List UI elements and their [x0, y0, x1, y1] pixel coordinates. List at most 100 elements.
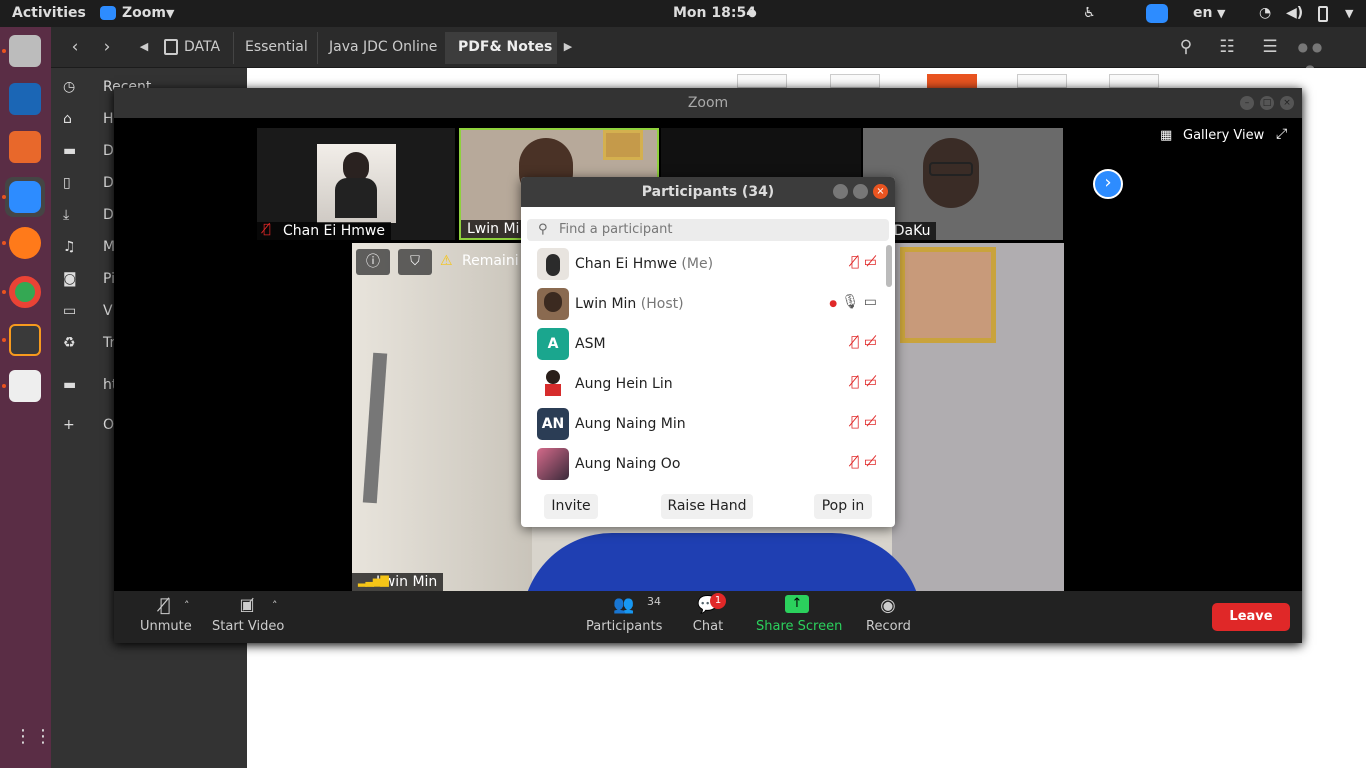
- file-thumbnail[interactable]: [1109, 74, 1159, 88]
- info-icon[interactable]: ⓘ: [356, 249, 390, 275]
- muted-icons[interactable]: 🎙̸ ▭̸: [851, 374, 877, 394]
- muted-mic-icon: 🎙̸: [263, 222, 271, 237]
- chrome-icon[interactable]: [9, 276, 41, 308]
- invite-button[interactable]: Invite: [544, 494, 598, 519]
- writer-icon[interactable]: [9, 83, 41, 115]
- remaining-time-banner: Remaini: [462, 253, 519, 269]
- record-button[interactable]: ◉ Record: [866, 595, 911, 634]
- activities-button[interactable]: Activities: [12, 5, 86, 21]
- active-icons[interactable]: ● 🎙 ▭: [829, 294, 877, 314]
- close-icon[interactable]: ×: [873, 184, 888, 199]
- notification-dot-icon: ●: [748, 8, 757, 19]
- glasses: [929, 162, 973, 176]
- breadcrumb-data[interactable]: DATA: [184, 39, 220, 55]
- muted-icons[interactable]: 🎙̸ ▭̸: [851, 454, 877, 474]
- firefox-icon[interactable]: [9, 227, 41, 259]
- speaker-shirt: [522, 533, 922, 591]
- dock: ⋮⋮⋮: [0, 27, 72, 768]
- participant-row[interactable]: Aung Naing Oo 🎙̸ ▭̸: [521, 444, 883, 484]
- sublime-icon[interactable]: [9, 324, 41, 356]
- language-indicator[interactable]: en: [1193, 5, 1212, 21]
- record-icon: ◉: [880, 595, 896, 616]
- chevron-up-icon[interactable]: ˄: [272, 599, 278, 612]
- zoom-title: Zoom: [114, 88, 1302, 118]
- sidebar-item-documents[interactable]: D: [103, 175, 114, 191]
- file-thumbnail[interactable]: [927, 74, 977, 88]
- evince-icon[interactable]: [9, 370, 41, 402]
- participant-row[interactable]: A ASM 🎙̸ ▭̸: [521, 324, 883, 364]
- breadcrumb-pdf-notes[interactable]: PDF& Notes: [458, 39, 552, 55]
- path-left-button[interactable]: ◀: [131, 36, 157, 60]
- running-indicator: [2, 49, 6, 53]
- file-thumbnail[interactable]: [830, 74, 880, 88]
- chevron-down-icon[interactable]: ▼: [1217, 7, 1225, 20]
- sidebar-item-other[interactable]: O: [103, 417, 114, 433]
- chevron-down-icon[interactable]: ▼: [166, 7, 174, 20]
- muted-icons[interactable]: 🎙̸ ▭̸: [851, 334, 877, 354]
- volume-icon[interactable]: ◀): [1286, 5, 1303, 21]
- minimize-button[interactable]: –: [1240, 96, 1254, 110]
- scrollbar[interactable]: [886, 245, 892, 287]
- zoom-tray-icon[interactable]: [1146, 4, 1168, 23]
- record-label: Record: [866, 619, 911, 634]
- pop-in-button[interactable]: Pop in: [814, 494, 872, 519]
- maximize-button[interactable]: [853, 184, 868, 199]
- camera-icon: ◙: [63, 271, 77, 287]
- search-icon: ⚲: [538, 222, 548, 237]
- muted-icons[interactable]: 🎙̸ ▭̸: [851, 414, 877, 434]
- folder-icon: ▬: [63, 143, 77, 159]
- menu-icon[interactable]: ☰: [1257, 36, 1283, 60]
- search-input[interactable]: Find a participant: [527, 219, 889, 241]
- forward-button[interactable]: ›: [94, 36, 120, 60]
- video-tile[interactable]: Chan Ei Hmwe 🎙̸: [257, 128, 455, 240]
- participants-panel: Participants (34) × Find a participant ⚲…: [521, 177, 895, 527]
- back-button[interactable]: ‹: [62, 36, 88, 60]
- participants-label: Participants: [586, 619, 663, 634]
- chevron-up-icon[interactable]: ˄: [184, 599, 190, 612]
- window-controls-icon[interactable]: ● ● ●: [1297, 36, 1323, 76]
- running-indicator: [2, 195, 6, 199]
- participant-row[interactable]: Chan Ei Hmwe (Me) 🎙̸ ▭̸: [521, 244, 883, 284]
- chevron-down-icon[interactable]: ▼: [1345, 7, 1353, 20]
- accessibility-icon[interactable]: ♿: [1083, 5, 1096, 21]
- participant-row[interactable]: AN Aung Naing Min 🎙̸ ▭̸: [521, 404, 883, 444]
- fullscreen-icon[interactable]: ⤢: [1276, 126, 1287, 142]
- muted-icons[interactable]: 🎙̸ ▭̸: [851, 254, 877, 274]
- participant-count: 34: [647, 595, 661, 608]
- sidebar-item-desktop[interactable]: D: [103, 143, 114, 159]
- sidebar-item-home[interactable]: H: [103, 111, 114, 127]
- file-thumbnail[interactable]: [1017, 74, 1067, 88]
- raise-hand-button[interactable]: Raise Hand: [661, 494, 753, 519]
- software-icon[interactable]: [9, 131, 41, 163]
- start-video-label: Start Video: [212, 619, 285, 634]
- app-menu[interactable]: Zoom: [122, 5, 166, 21]
- unmute-label: Unmute: [140, 619, 192, 634]
- folder-icon: ▬: [63, 377, 77, 393]
- gallery-view-button[interactable]: Gallery View: [1183, 128, 1264, 143]
- minimize-button[interactable]: [833, 184, 848, 199]
- files-icon[interactable]: [9, 35, 41, 67]
- share-screen-button[interactable]: ↑ Share Screen: [756, 595, 842, 634]
- breadcrumb-essential[interactable]: Essential: [245, 39, 308, 55]
- shield-icon[interactable]: ⛉: [398, 249, 432, 275]
- close-button[interactable]: ×: [1280, 96, 1294, 110]
- battery-icon[interactable]: [1318, 6, 1328, 22]
- path-right-button[interactable]: ▶: [555, 36, 581, 60]
- leave-button[interactable]: Leave: [1212, 603, 1290, 631]
- wall-portrait: [900, 247, 996, 343]
- participant-row[interactable]: Lwin Min (Host) ● 🎙 ▭: [521, 284, 883, 324]
- sidebar-item-downloads[interactable]: D: [103, 207, 114, 223]
- view-toggle-icon[interactable]: ☷: [1214, 36, 1240, 60]
- maximize-button[interactable]: □: [1260, 96, 1274, 110]
- participant-row[interactable]: Aung Hein Lin 🎙̸ ▭̸: [521, 364, 883, 404]
- file-thumbnail[interactable]: [737, 74, 787, 88]
- wifi-icon[interactable]: ◔: [1259, 5, 1271, 21]
- sidebar-item-videos[interactable]: V: [103, 303, 113, 319]
- breadcrumb-java[interactable]: Java JDC Online: [329, 39, 437, 55]
- grid-icon[interactable]: ▦: [1160, 128, 1172, 143]
- unmute-button[interactable]: 🎙̸ Unmute: [140, 595, 192, 634]
- clock[interactable]: Mon 18:54: [673, 5, 756, 21]
- zoom-icon[interactable]: [9, 181, 41, 213]
- search-icon[interactable]: ⚲: [1173, 36, 1199, 60]
- next-page-button[interactable]: ›: [1093, 169, 1123, 199]
